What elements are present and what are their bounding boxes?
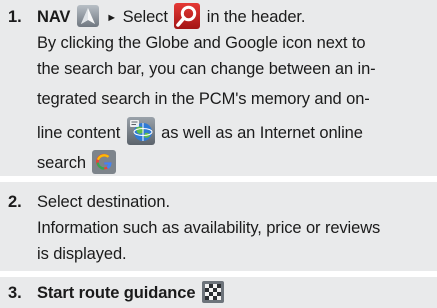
step-text: search <box>37 154 86 172</box>
step-line: Information such as availability, price … <box>37 219 381 237</box>
step-text: Select <box>122 8 168 26</box>
step-line: Start route guidance <box>37 280 437 306</box>
step-text: line content <box>37 124 121 142</box>
step-2: 2. Select destination. Information such … <box>0 182 437 271</box>
nav-icon <box>76 4 99 27</box>
nav-label: NAV <box>37 8 71 26</box>
step-line: line content as well as an Internet onli… <box>37 116 437 150</box>
step-1: 1. NAV ► Select in the header. By clicki… <box>0 0 437 176</box>
step-3: 3. Start route guidance <box>0 277 437 308</box>
globe-icon <box>126 116 155 145</box>
start-route-guidance-label: Start route guidance <box>37 284 196 302</box>
step-body: Start route guidance <box>37 280 437 306</box>
step-body: NAV ► Select in the header. By clicking … <box>37 2 437 176</box>
google-icon <box>92 149 117 174</box>
step-line: the search bar, you can change between a… <box>37 60 376 78</box>
step-line: search <box>37 149 437 176</box>
step-line: is displayed. <box>37 245 127 263</box>
step-body: Select destination. Information such as … <box>37 189 437 267</box>
search-icon <box>174 2 201 29</box>
step-number: 3. <box>8 284 22 302</box>
step-line: tegrated search in the PCM's memory and … <box>37 90 370 108</box>
step-number: 2. <box>8 193 22 211</box>
step-line: Select destination. <box>37 193 170 211</box>
instruction-steps: 1. NAV ► Select in the header. By clicki… <box>0 0 437 308</box>
step-number: 1. <box>8 8 22 26</box>
step-line: NAV ► Select in the header. <box>37 2 437 30</box>
step-line: By clicking the Globe and Google icon ne… <box>37 34 366 52</box>
checkered-flag-icon <box>201 280 224 303</box>
arrow-marker: ► <box>106 12 118 24</box>
step-text: in the header. <box>206 8 306 26</box>
step-text: as well as an Internet online <box>161 124 363 142</box>
